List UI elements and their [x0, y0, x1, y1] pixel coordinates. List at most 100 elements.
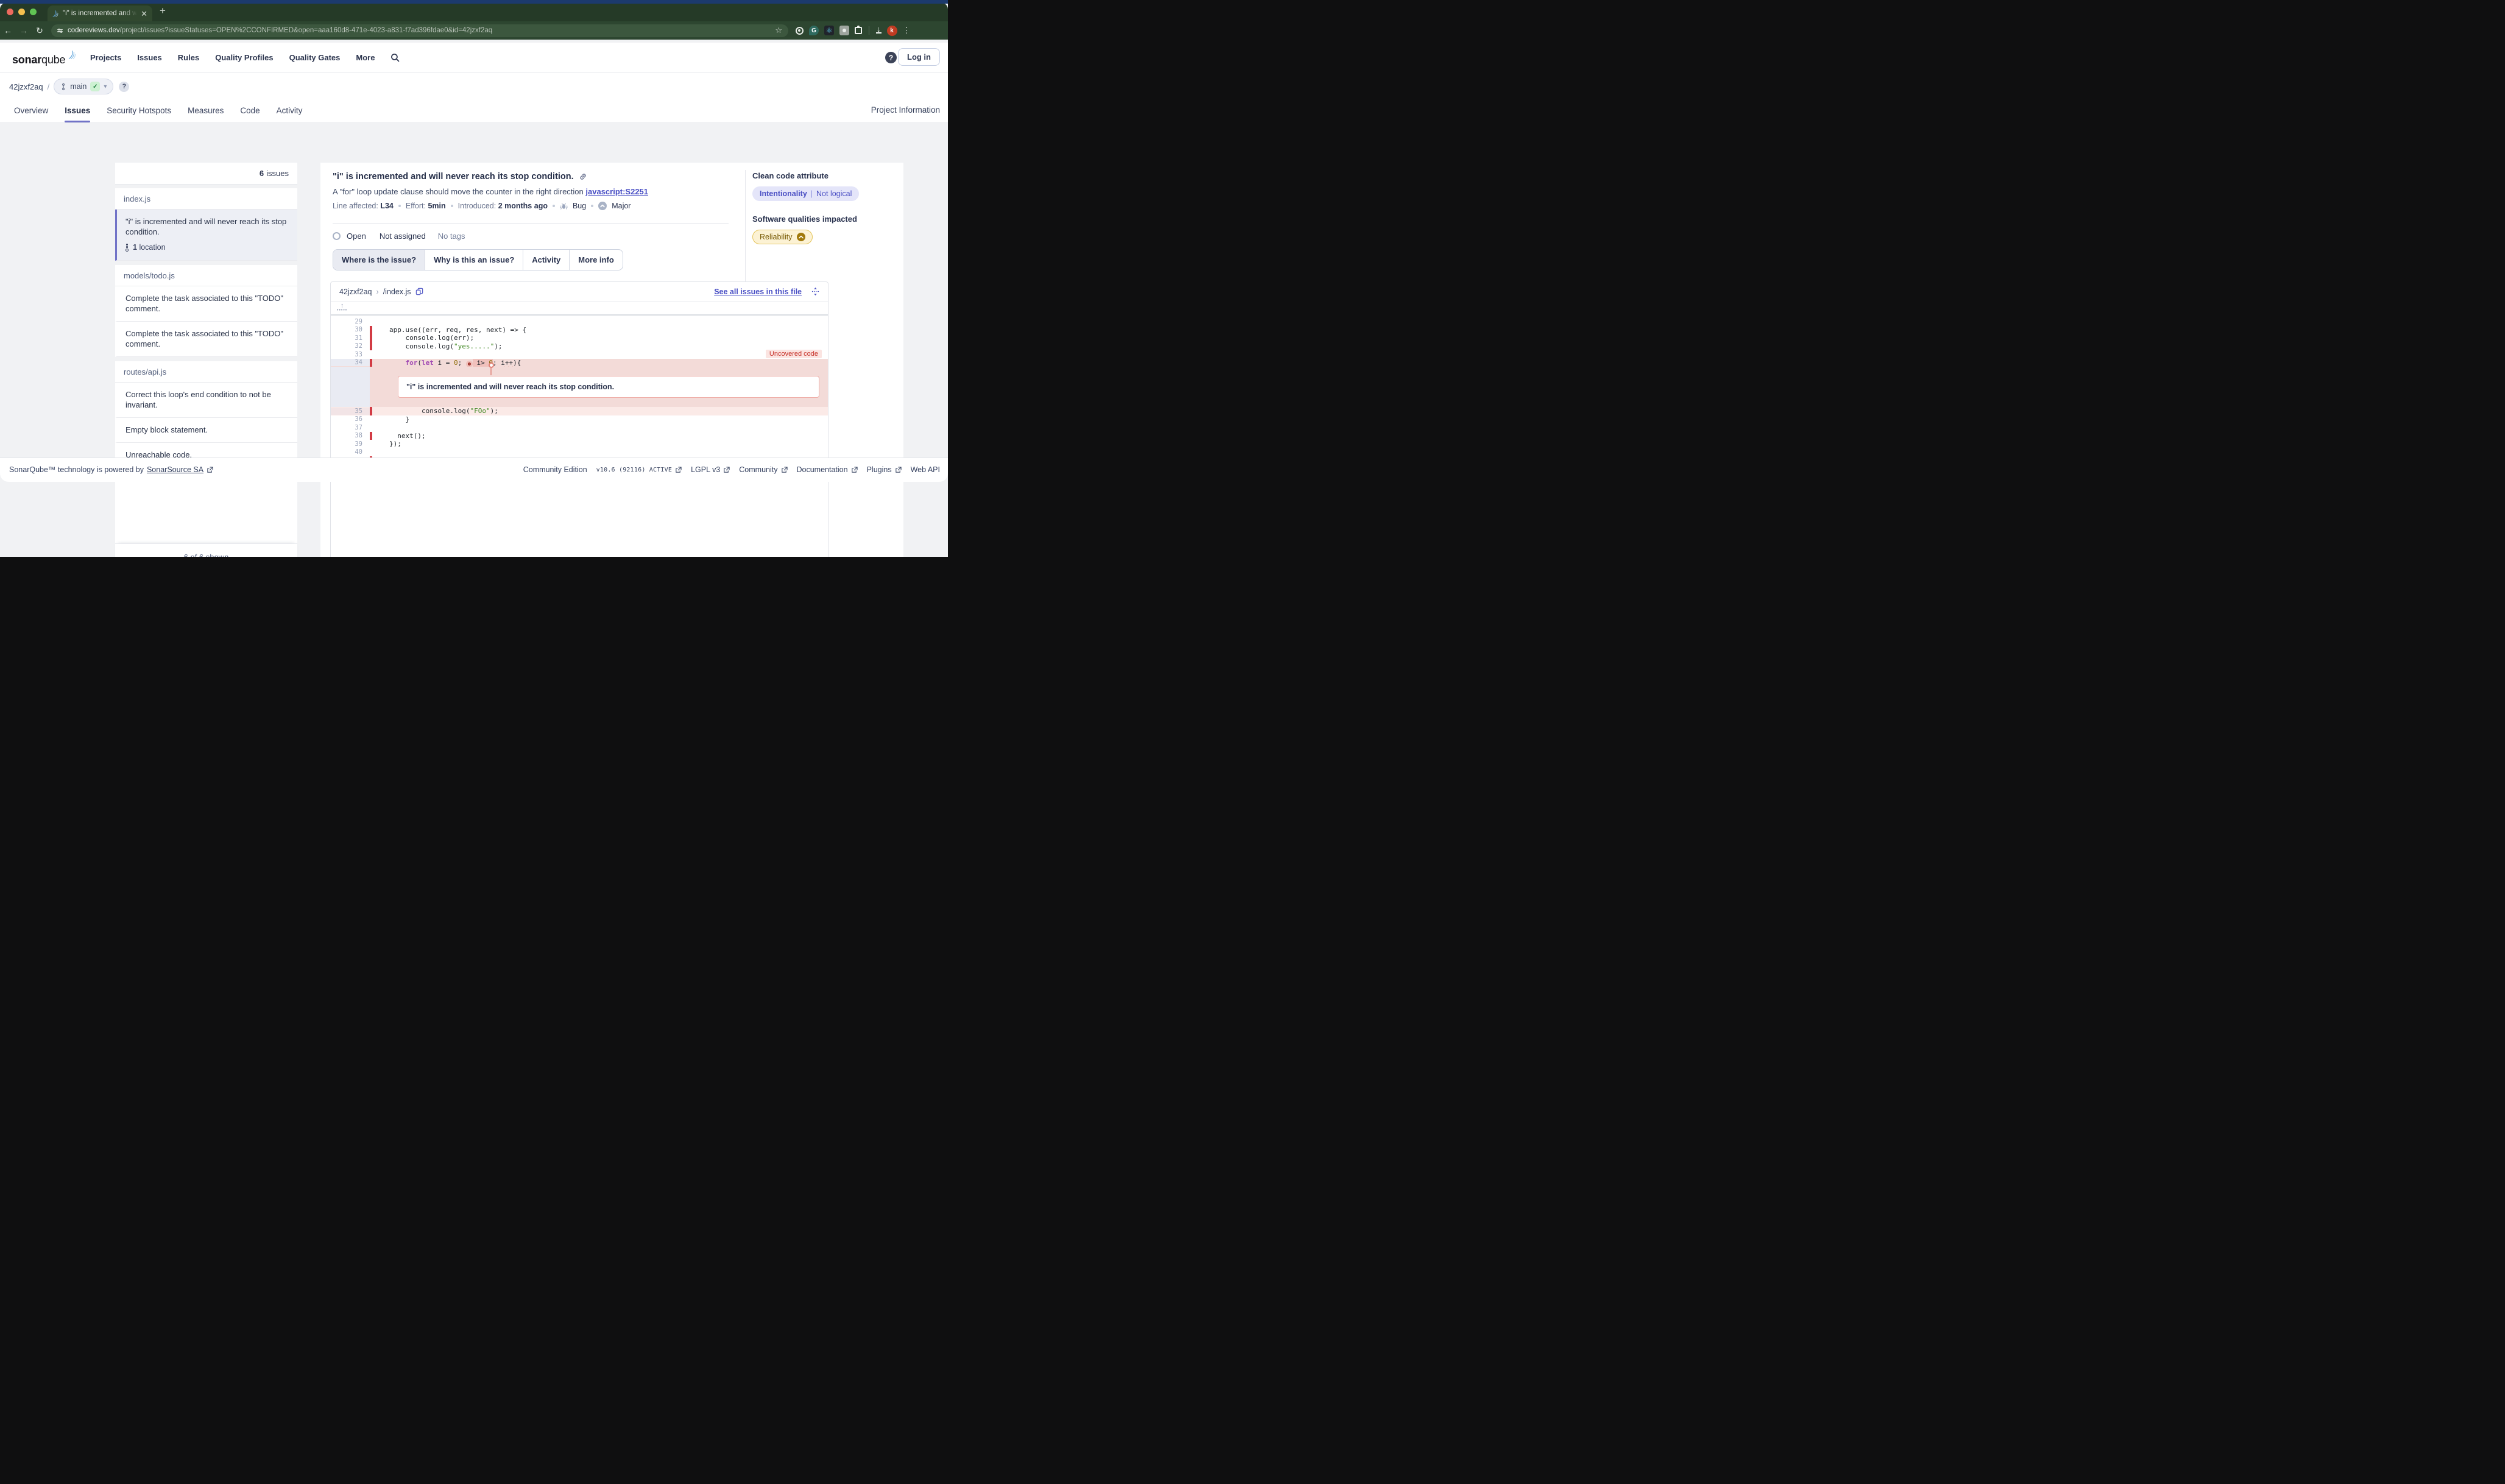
tab-measures[interactable]: Measures [188, 106, 224, 122]
issue-list-item[interactable]: Complete the task associated to this "TO… [115, 286, 297, 322]
screenshot-extension-icon[interactable] [839, 26, 849, 35]
help-icon[interactable]: ? [885, 52, 897, 63]
login-button[interactable]: Log in [898, 48, 940, 66]
code-line[interactable]: 30app.use((err, req, res, next) => { [331, 326, 828, 334]
see-all-issues-link[interactable]: See all issues in this file [714, 288, 802, 296]
line-number[interactable]: 40 [331, 448, 370, 456]
code-line[interactable]: 32 console.log("yes....."); [331, 342, 828, 351]
line-number[interactable]: 29 [331, 318, 370, 325]
project-key[interactable]: 42jzxf2aq [9, 82, 43, 91]
project-information-link[interactable]: Project Information [871, 105, 940, 115]
react-devtools-icon[interactable]: ⚛ [824, 26, 834, 35]
nav-quality-gates[interactable]: Quality Gates [289, 53, 341, 62]
tab-activity[interactable]: Activity [277, 106, 303, 122]
copy-path-icon[interactable] [415, 288, 423, 295]
rule-link[interactable]: javascript:S2251 [585, 187, 648, 196]
sonarsource-link[interactable]: SonarSource SA [147, 465, 203, 474]
downloads-icon[interactable]: ↓ [876, 26, 882, 34]
grammarly-extension-icon[interactable]: G [809, 26, 819, 35]
new-tab-button[interactable]: + [160, 5, 166, 17]
reload-icon[interactable]: ↻ [32, 26, 48, 36]
back-icon[interactable]: ← [0, 26, 16, 35]
inline-issue-message[interactable]: "i" is incremented and will never reach … [398, 376, 819, 398]
status-open-icon[interactable] [333, 232, 341, 240]
profile-avatar[interactable]: k [887, 26, 897, 36]
attribute-pill[interactable]: Intentionality | Not logical [752, 186, 859, 201]
expand-lines-above-icon[interactable]: ↑••••• [337, 303, 347, 313]
documentation-link[interactable]: Documentation [797, 465, 858, 474]
assignee-label[interactable]: Not assigned [380, 231, 426, 241]
close-window-button[interactable] [7, 9, 13, 15]
file-breadcrumb-project[interactable]: 42jzxf2aq [339, 288, 372, 296]
code-line[interactable]: 33Uncovered code [331, 350, 828, 359]
file-breadcrumb-file[interactable]: /index.js [383, 288, 411, 296]
code-line[interactable]: 38 next(); [331, 432, 828, 440]
code-line[interactable]: 36 } [331, 415, 828, 424]
address-bar[interactable]: codereviews.dev/project/issues?issueStat… [51, 24, 788, 37]
code-line[interactable]: 35 console.log("FOo"); [331, 407, 828, 415]
project-band: 42jzxf2aq / main ✓ ▾ ? Overview Issues S… [0, 72, 948, 123]
issue-list-item-selected[interactable]: "i" is incremented and will never reach … [115, 210, 297, 261]
nav-issues[interactable]: Issues [137, 53, 161, 62]
status-label[interactable]: Open [347, 231, 366, 241]
browser-menu-icon[interactable]: ⋮ [903, 26, 911, 35]
code-line[interactable]: 39}); [331, 440, 828, 448]
line-number[interactable]: 39 [331, 440, 370, 448]
license-link[interactable]: LGPL v3 [691, 465, 730, 474]
plugins-link[interactable]: Plugins [867, 465, 902, 474]
code-toolbar: ↑••••• [331, 302, 828, 316]
web-api-link[interactable]: Web API [911, 465, 940, 474]
code-line[interactable]: 29 [331, 317, 828, 326]
orbit-extension-icon[interactable] [796, 27, 804, 35]
line-number[interactable]: 34 [331, 359, 370, 366]
permalink-icon[interactable] [579, 172, 587, 181]
divider [333, 223, 729, 224]
sonarqube-logo[interactable]: sonarqube [12, 50, 77, 66]
line-number[interactable]: 30 [331, 326, 370, 333]
browser-tab[interactable]: "i" is incremented and will ne ✕ [48, 5, 152, 21]
line-number[interactable]: 37 [331, 424, 370, 431]
bookmark-star-icon[interactable]: ☆ [775, 26, 782, 35]
issue-list-item[interactable]: Correct this loop's end condition to not… [115, 383, 297, 418]
code-line[interactable]: 37 [331, 423, 828, 432]
community-link[interactable]: Community [739, 465, 787, 474]
code-line[interactable]: 31 console.log(err); [331, 334, 828, 342]
extensions-puzzle-icon[interactable] [855, 27, 862, 34]
version-link[interactable]: v10.6 (92116) ACTIVE [596, 467, 682, 473]
issue-list-item[interactable]: Complete the task associated to this "TO… [115, 322, 297, 357]
reliability-pill[interactable]: Reliability [752, 230, 813, 244]
code-line[interactable]: 34 for(let i = 0; i> 0; i++){ [331, 359, 828, 367]
line-number[interactable]: 33 [331, 351, 370, 358]
site-settings-icon[interactable] [57, 29, 63, 32]
tab-why-is-this-an-issue[interactable]: Why is this an issue? [425, 250, 523, 270]
nav-more[interactable]: More [356, 53, 375, 62]
line-number[interactable]: 38 [331, 432, 370, 439]
tab-code[interactable]: Code [240, 106, 260, 122]
tab-issues[interactable]: Issues [65, 106, 90, 122]
nav-projects[interactable]: Projects [90, 53, 121, 62]
line-number[interactable]: 36 [331, 415, 370, 423]
tab-issue-activity[interactable]: Activity [523, 250, 570, 270]
branch-selector[interactable]: main ✓ ▾ [54, 79, 113, 94]
tab-close-icon[interactable]: ✕ [141, 10, 147, 18]
tab-more-info[interactable]: More info [570, 250, 623, 270]
line-number[interactable]: 32 [331, 342, 370, 350]
tab-overview[interactable]: Overview [14, 106, 48, 122]
code-line[interactable]: 40 [331, 448, 828, 457]
page-footer: SonarQube™ technology is powered by Sona… [0, 458, 948, 482]
branch-help-icon[interactable]: ? [119, 82, 129, 92]
zoom-window-button[interactable] [30, 9, 37, 15]
forward-icon[interactable]: → [16, 26, 32, 35]
nav-quality-profiles[interactable]: Quality Profiles [215, 53, 273, 62]
nav-rules[interactable]: Rules [178, 53, 199, 62]
search-icon[interactable] [390, 53, 400, 62]
minimize-window-button[interactable] [18, 9, 25, 15]
tab-where-is-the-issue[interactable]: Where is the issue? [333, 250, 425, 270]
window-controls[interactable] [7, 9, 37, 15]
issue-list-item[interactable]: Empty block statement. [115, 418, 297, 443]
line-number[interactable]: 31 [331, 334, 370, 342]
tags-label[interactable]: No tags [438, 231, 465, 241]
line-number[interactable]: 35 [331, 408, 370, 415]
tab-security-hotspots[interactable]: Security Hotspots [107, 106, 171, 122]
expand-vertical-icon[interactable] [811, 287, 819, 296]
